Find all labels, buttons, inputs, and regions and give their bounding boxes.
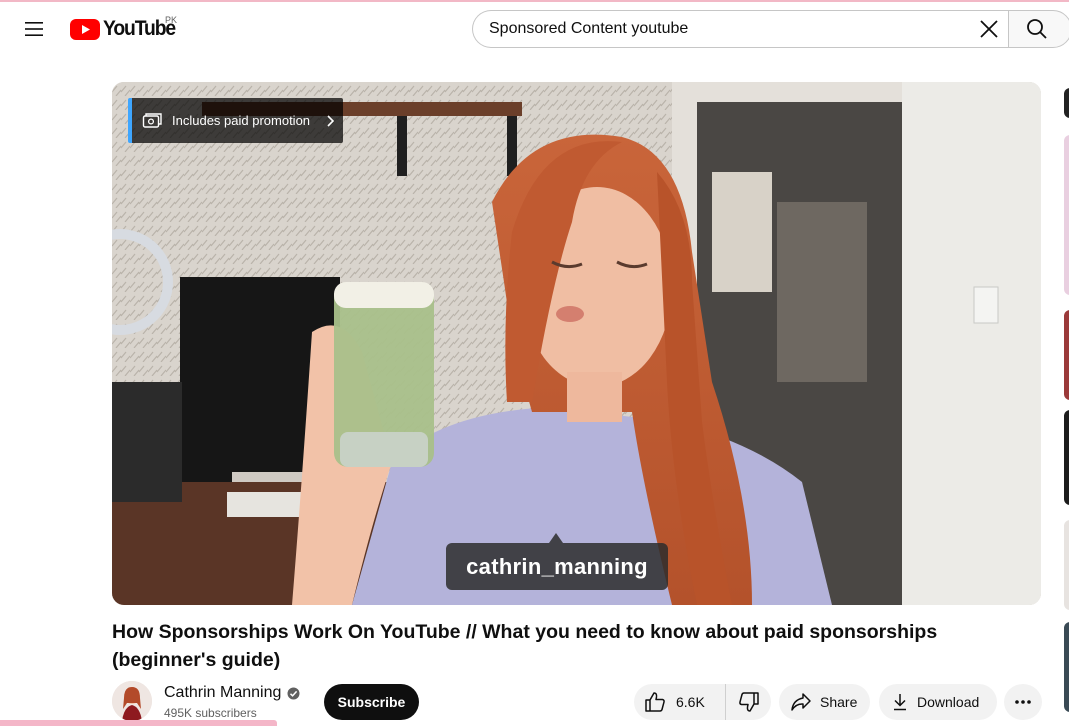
like-button[interactable]: 6.6K [634,684,726,720]
like-dislike-group: 6.6K [634,684,771,720]
sidebar-thumbnail[interactable] [1064,310,1069,400]
download-icon [894,694,906,711]
thumbs-down-icon [738,692,759,712]
youtube-play-icon [70,18,100,40]
country-code: PK [165,15,178,25]
page-progress-bar [0,720,277,726]
dislike-button[interactable] [726,684,771,720]
search-icon [1027,19,1047,39]
subscribe-button[interactable]: Subscribe [324,684,419,720]
channel-avatar[interactable] [112,681,152,721]
share-icon [791,693,811,711]
avatar-image [112,681,152,721]
chevron-right-icon [327,114,335,127]
subscriber-count: 495K subscribers [164,706,257,720]
more-actions-button[interactable] [1004,684,1042,720]
verified-check-icon [287,687,300,699]
paid-promotion-badge[interactable]: Includes paid promotion [128,98,343,143]
video-player[interactable]: Includes paid promotion cathrin_manning [112,82,1041,605]
search-button[interactable] [1008,10,1069,48]
paid-promotion-icon [142,112,162,128]
share-button[interactable]: Share [779,684,870,720]
more-horizontal-icon [1015,700,1031,704]
paid-promotion-label: Includes paid promotion [172,113,311,128]
youtube-logo[interactable]: YouTube PK [70,15,181,41]
sidebar-thumbnail[interactable] [1064,622,1069,712]
sidebar-thumbnail[interactable] [1064,88,1069,118]
share-label: Share [820,694,858,710]
thumbs-up-icon [645,692,665,712]
search-input[interactable] [473,19,971,39]
search-box[interactable] [472,10,1008,48]
sidebar-thumbnail[interactable] [1064,135,1069,295]
sidebar-thumbnail[interactable] [1064,410,1069,505]
download-label: Download [917,694,980,710]
menu-button[interactable] [18,13,50,45]
top-accent-line [0,0,1069,2]
clear-search-button[interactable] [974,14,1004,44]
hamburger-icon [25,22,43,36]
close-icon [980,20,998,38]
download-button[interactable]: Download [879,684,997,720]
sidebar-thumbnail[interactable] [1064,520,1069,610]
video-name-overlay: cathrin_manning [446,533,668,590]
channel-name-link[interactable]: Cathrin Manning [164,684,300,702]
channel-name: Cathrin Manning [164,684,282,701]
like-count: 6.6K [676,694,705,710]
video-frame [112,82,1041,605]
video-title: How Sponsorships Work On YouTube // What… [112,621,938,671]
